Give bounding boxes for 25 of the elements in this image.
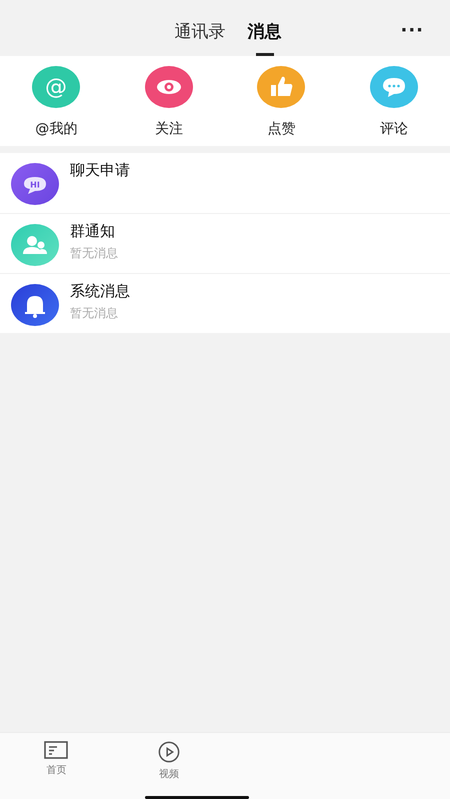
- more-button[interactable]: ···: [400, 22, 424, 40]
- message-subtitle: 暂无消息: [70, 305, 119, 322]
- message-row[interactable]: 群通知 暂无消息: [0, 213, 450, 273]
- tab-bar-item[interactable]: 首页: [0, 733, 112, 799]
- header-tab[interactable]: 消息: [248, 20, 282, 56]
- message-title: 聊天申请: [70, 161, 130, 180]
- shortcut-label[interactable]: @我的: [35, 120, 78, 138]
- header-tab[interactable]: 通讯录: [174, 20, 226, 56]
- speech-bubble-icon: HI: [11, 163, 59, 205]
- shortcut-label[interactable]: 评论: [380, 120, 408, 138]
- speech-bubble-icon[interactable]: [370, 66, 418, 108]
- bell-icon: [11, 284, 59, 326]
- shortcut-label[interactable]: 点赞: [267, 120, 296, 138]
- play-icon: [158, 741, 180, 763]
- message-title: 系统消息: [70, 282, 130, 301]
- message-row[interactable]: HI 聊天申请: [0, 153, 450, 213]
- message-row[interactable]: 系统消息 暂无消息: [0, 273, 450, 333]
- tab-bar-item[interactable]: 视频: [112, 733, 225, 799]
- thumbs-up-icon[interactable]: [257, 66, 306, 108]
- eye-icon[interactable]: [144, 66, 193, 108]
- shortcut-label[interactable]: 关注: [154, 120, 183, 138]
- people-icon: [11, 224, 59, 266]
- screen-icon: [44, 741, 68, 759]
- message-subtitle: 暂无消息: [70, 245, 118, 262]
- message-title: 群通知: [70, 222, 116, 241]
